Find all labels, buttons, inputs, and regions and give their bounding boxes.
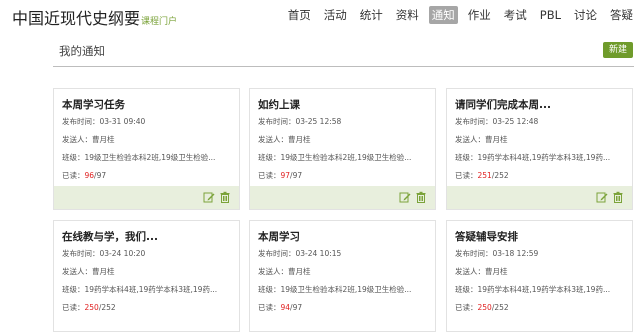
card-footer: [447, 186, 632, 209]
course-title: 中国近现代史纲要: [12, 9, 141, 28]
nav-pbl[interactable]: PBL: [537, 6, 564, 24]
notice-sender: 发送人：曹月桂: [62, 135, 115, 144]
notice-title[interactable]: 如约上课: [258, 97, 427, 113]
notice-time: 发布时间：03-24 10:20: [62, 249, 146, 258]
nav-materials[interactable]: 资料: [393, 6, 422, 24]
read-total: /97: [94, 171, 107, 180]
edit-icon[interactable]: [596, 191, 608, 203]
notice-title[interactable]: 请同学们完成本周...: [455, 97, 624, 113]
notice-classes: 班级：19药学本科4班,19药学本科3班,19药...: [62, 285, 218, 294]
notice-read-count: 已读：251/252: [455, 171, 624, 181]
read-total: /252: [491, 303, 509, 312]
read-label: 已读：: [455, 171, 478, 180]
section-title: 我的通知: [59, 44, 105, 58]
notice-title[interactable]: 答疑辅导安排: [455, 229, 624, 245]
card-footer: [250, 186, 435, 209]
nav-homework[interactable]: 作业: [465, 6, 494, 24]
notice-classes: 班级：19级卫生检验本科2班,19级卫生检验...: [62, 153, 216, 162]
read-total: /97: [290, 303, 303, 312]
read-total: /97: [290, 171, 303, 180]
read-number: 94: [280, 303, 291, 312]
notice-card[interactable]: 本周学习 发布时间：03-24 10:15 发送人：曹月桂 班级：19级卫生检验…: [249, 220, 436, 332]
read-label: 已读：: [455, 303, 478, 312]
nav-statistics[interactable]: 统计: [357, 6, 386, 24]
new-notice-button[interactable]: 新建: [603, 42, 633, 58]
notice-read-count: 已读：250/252: [62, 303, 231, 313]
nav-qa[interactable]: 答疑: [607, 6, 636, 24]
course-brand[interactable]: 中国近现代史纲要课程门户: [12, 5, 177, 29]
notice-card[interactable]: 本周学习任务 发布时间：03-31 09:40 发送人：曹月桂 班级：19级卫生…: [53, 88, 240, 210]
read-number: 251: [477, 171, 492, 180]
read-label: 已读：: [258, 171, 281, 180]
notice-time: 发布时间：03-25 12:58: [258, 117, 342, 126]
read-number: 96: [84, 171, 95, 180]
read-label: 已读：: [62, 303, 85, 312]
notice-classes: 班级：19药学本科4班,19药学本科3班,19药...: [455, 285, 611, 294]
notice-sender: 发送人：曹月桂: [455, 267, 508, 276]
notice-card[interactable]: 如约上课 发布时间：03-25 12:58 发送人：曹月桂 班级：19级卫生检验…: [249, 88, 436, 210]
notice-sender: 发送人：曹月桂: [455, 135, 508, 144]
notice-title[interactable]: 本周学习: [258, 229, 427, 245]
notice-title[interactable]: 本周学习任务: [62, 97, 231, 113]
read-label: 已读：: [62, 171, 85, 180]
trash-icon[interactable]: [219, 191, 231, 203]
notice-card[interactable]: 请同学们完成本周... 发布时间：03-25 12:48 发送人：曹月桂 班级：…: [446, 88, 633, 210]
read-label: 已读：: [258, 303, 281, 312]
trash-icon[interactable]: [415, 191, 427, 203]
notice-card[interactable]: 在线教与学，我们... 发布时间：03-24 10:20 发送人：曹月桂 班级：…: [53, 220, 240, 332]
read-number: 250: [84, 303, 99, 312]
notice-read-count: 已读：250/252: [455, 303, 624, 313]
read-total: /252: [491, 171, 509, 180]
notice-time: 发布时间：03-25 12:48: [455, 117, 539, 126]
notice-sender: 发送人：曹月桂: [62, 267, 115, 276]
top-nav: 首页 活动 统计 资料 通知 作业 考试 PBL 讨论 答疑: [278, 6, 636, 24]
nav-discussion[interactable]: 讨论: [571, 6, 600, 24]
section-bar: 我的通知 新建: [53, 40, 634, 67]
notice-title[interactable]: 在线教与学，我们...: [62, 229, 231, 245]
trash-icon[interactable]: [612, 191, 624, 203]
course-portal-link[interactable]: 课程门户: [141, 17, 177, 27]
nav-activities[interactable]: 活动: [321, 6, 350, 24]
notice-read-count: 已读：97/97: [258, 171, 427, 181]
edit-icon[interactable]: [203, 191, 215, 203]
notice-read-count: 已读：94/97: [258, 303, 427, 313]
notice-card[interactable]: 答疑辅导安排 发布时间：03-18 12:59 发送人：曹月桂 班级：19药学本…: [446, 220, 633, 332]
nav-notices[interactable]: 通知: [428, 6, 458, 24]
nav-home[interactable]: 首页: [285, 6, 314, 24]
nav-exams[interactable]: 考试: [501, 6, 530, 24]
notice-classes: 班级：19药学本科4班,19药学本科3班,19药...: [455, 153, 611, 162]
notice-time: 发布时间：03-24 10:15: [258, 249, 342, 258]
card-footer: [54, 186, 239, 209]
read-total: /252: [98, 303, 116, 312]
notice-sender: 发送人：曹月桂: [258, 135, 311, 144]
edit-icon[interactable]: [399, 191, 411, 203]
read-number: 97: [280, 171, 291, 180]
notice-sender: 发送人：曹月桂: [258, 267, 311, 276]
notice-classes: 班级：19级卫生检验本科2班,19级卫生检验...: [258, 153, 412, 162]
notice-time: 发布时间：03-31 09:40: [62, 117, 146, 126]
notice-classes: 班级：19级卫生检验本科2班,19级卫生检验...: [258, 285, 412, 294]
read-number: 250: [477, 303, 492, 312]
notice-read-count: 已读：96/97: [62, 171, 231, 181]
header: 中国近现代史纲要课程门户 首页 活动 统计 资料 通知 作业 考试 PBL 讨论…: [0, 0, 638, 34]
notice-time: 发布时间：03-18 12:59: [455, 249, 539, 258]
